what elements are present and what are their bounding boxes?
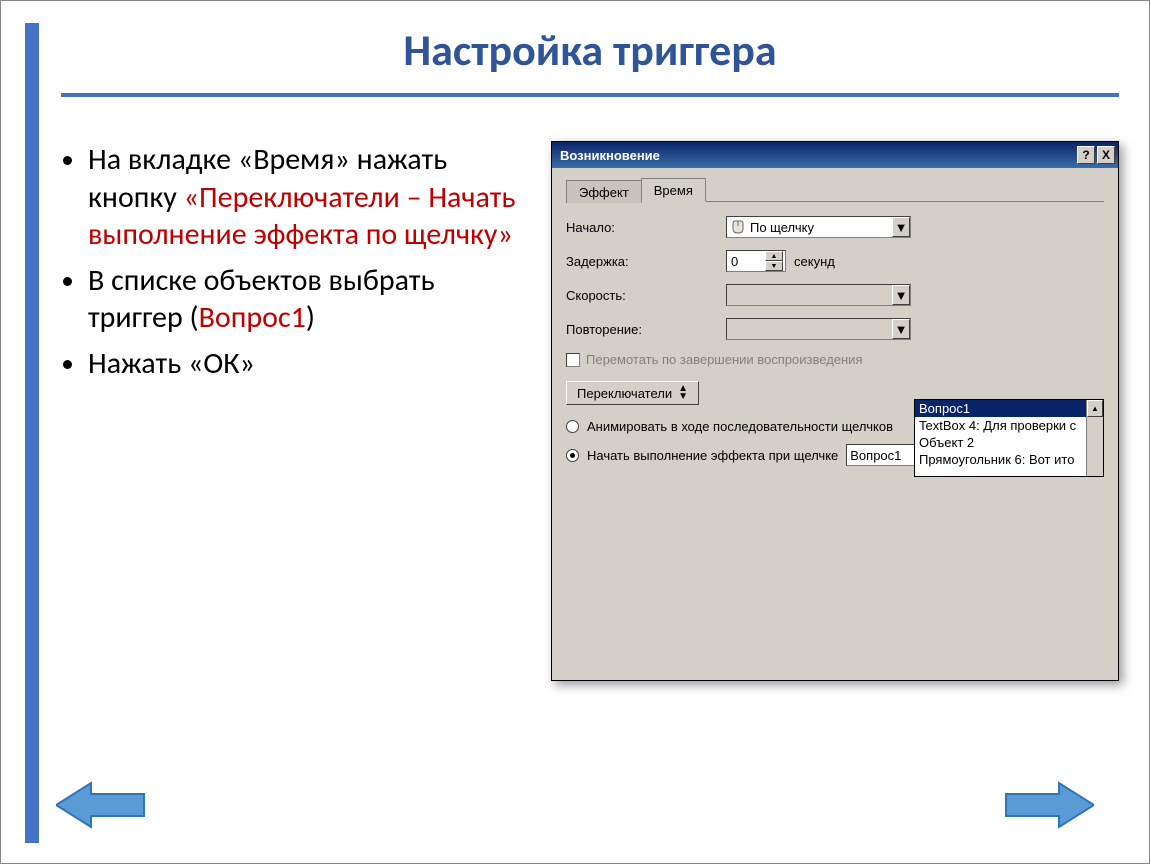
label-seconds: секунд xyxy=(794,254,835,269)
slide-accent-bar xyxy=(25,23,39,843)
dialog-window: Возникновение ? X Эффект Время Начало: П… xyxy=(551,141,1119,681)
list-scrollbar[interactable]: ▲ xyxy=(1086,400,1103,476)
dropdown-arrow-icon[interactable]: ▼ xyxy=(892,285,910,305)
start-dropdown[interactable]: По щелчку ▼ xyxy=(726,216,911,238)
bullet-2b: Вопрос1 xyxy=(199,299,306,336)
row-rewind: Перемотать по завершении воспроизведения xyxy=(566,352,1104,367)
delay-spinner[interactable]: ▲ ▼ xyxy=(726,250,786,272)
start-value: По щелчку xyxy=(750,220,814,235)
label-delay: Задержка: xyxy=(566,254,671,269)
dialog-title: Возникновение xyxy=(560,148,660,163)
bullet-list: На вкладке «Время» нажать кнопку «Перекл… xyxy=(56,141,536,390)
row-repeat: Повторение: ▼ xyxy=(566,318,1104,340)
row-delay: Задержка: ▲ ▼ секунд xyxy=(566,250,1104,272)
radio-sequence[interactable] xyxy=(566,420,579,433)
radio-sequence-label: Анимировать в ходе последовательности ще… xyxy=(587,419,893,434)
rewind-checkbox xyxy=(566,353,580,367)
speed-dropdown[interactable]: ▼ xyxy=(726,284,911,306)
bullet-2: В списке объектов выбрать триггер (Вопро… xyxy=(88,262,536,337)
spin-up-icon[interactable]: ▲ xyxy=(765,251,783,261)
tab-effect[interactable]: Эффект xyxy=(566,180,642,203)
close-button[interactable]: X xyxy=(1097,146,1115,164)
label-start: Начало: xyxy=(566,220,671,235)
dropdown-arrow-icon[interactable]: ▼ xyxy=(892,319,910,339)
list-item[interactable]: Прямоугольник 6: Вот ито xyxy=(915,451,1103,468)
tab-strip: Эффект Время xyxy=(566,178,1104,202)
trigger-selected-value: Вопрос1 xyxy=(850,448,901,463)
dialog-titlebar[interactable]: Возникновение ? X xyxy=(552,142,1118,168)
next-slide-arrow[interactable] xyxy=(1004,780,1094,835)
switches-label: Переключатели xyxy=(577,386,672,401)
radio-trigger[interactable] xyxy=(566,449,579,462)
help-button[interactable]: ? xyxy=(1077,146,1095,164)
label-speed: Скорость: xyxy=(566,288,671,303)
list-item[interactable]: Объект 2 xyxy=(915,434,1103,451)
bullet-3: Нажать «ОК» xyxy=(88,345,536,383)
scroll-up-icon[interactable]: ▲ xyxy=(1087,400,1103,417)
repeat-dropdown[interactable]: ▼ xyxy=(726,318,911,340)
dialog-body: Эффект Время Начало: По щелчку ▼ З xyxy=(552,168,1118,476)
label-repeat: Повторение: xyxy=(566,322,671,337)
row-speed: Скорость: ▼ xyxy=(566,284,1104,306)
delay-input[interactable] xyxy=(727,253,765,270)
bullet-2c: ) xyxy=(306,299,315,336)
trigger-object-list[interactable]: Вопрос1 TextBox 4: Для проверки с Объект… xyxy=(914,399,1104,477)
row-start: Начало: По щелчку ▼ xyxy=(566,216,1104,238)
slide-title: Настройка триггера xyxy=(61,23,1119,77)
list-item[interactable]: Вопрос1 xyxy=(915,400,1103,417)
collapse-icon: ▲▼ xyxy=(678,385,688,401)
switches-toggle-button[interactable]: Переключатели ▲▼ xyxy=(566,381,699,405)
list-item[interactable]: TextBox 4: Для проверки с xyxy=(915,417,1103,434)
dropdown-arrow-icon[interactable]: ▼ xyxy=(892,217,910,237)
label-rewind: Перемотать по завершении воспроизведения xyxy=(586,352,863,367)
prev-slide-arrow[interactable] xyxy=(56,780,146,835)
radio-trigger-label: Начать выполнение эффекта при щелчке xyxy=(587,448,838,463)
spin-down-icon[interactable]: ▼ xyxy=(765,261,783,271)
title-underline xyxy=(61,93,1119,97)
mouse-click-icon xyxy=(730,219,746,235)
slide: Настройка триггера На вкладке «Время» на… xyxy=(0,0,1150,864)
tab-time[interactable]: Время xyxy=(641,178,706,202)
bullet-1: На вкладке «Время» нажать кнопку «Перекл… xyxy=(88,141,536,254)
